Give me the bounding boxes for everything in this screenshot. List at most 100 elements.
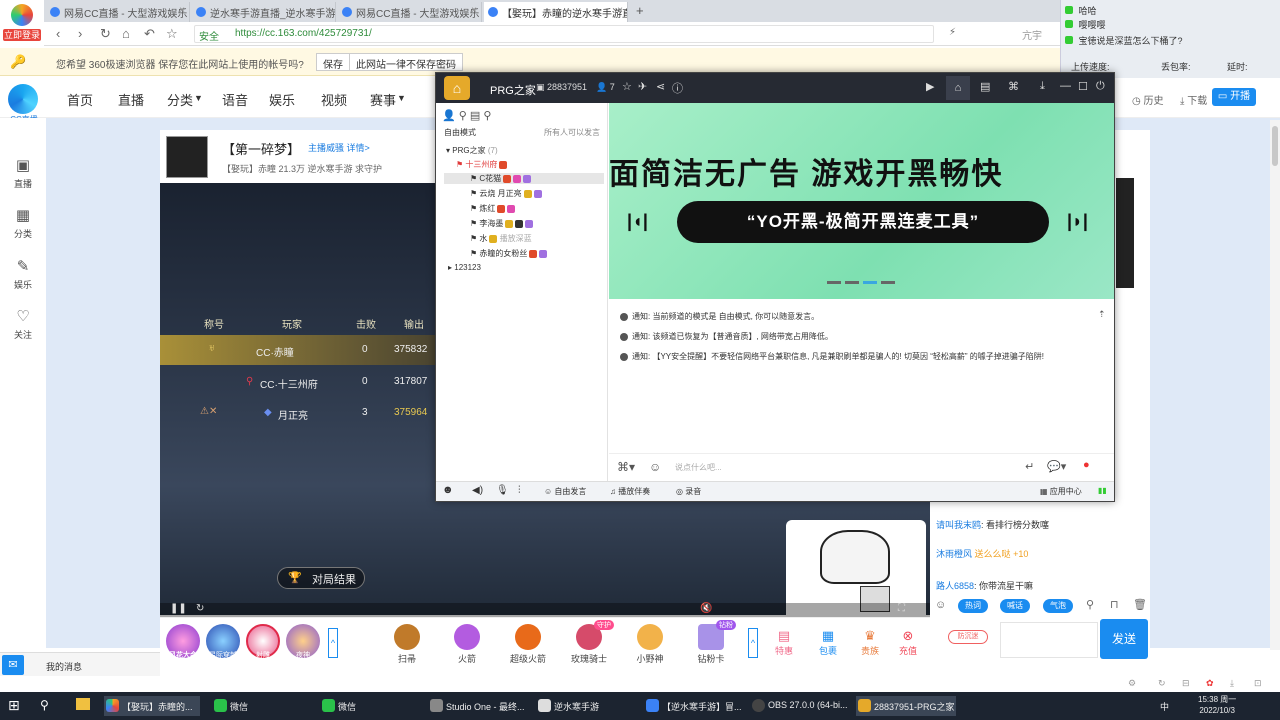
status-icon[interactable]: ⚙ [1128,678,1136,689]
side-banner[interactable] [1116,178,1134,288]
close-icon[interactable]: × [179,5,185,16]
app-center-button[interactable]: ▦ 应用中心 [1040,486,1082,497]
taskbar-item[interactable]: 【逆水寒手游】冒... [644,696,744,716]
undo-icon[interactable]: ↶ [144,26,155,42]
chip-hot-words[interactable]: 热词 [958,599,988,613]
taskbar-item[interactable]: OBS 27.0.0 (64-bi... [750,696,850,716]
send-button[interactable]: 发送 [1100,619,1148,659]
avatar-icon[interactable]: ☻ [442,484,454,496]
tree-user[interactable]: ⚑ 十三州府 [456,159,508,170]
gift-item[interactable]: 火箭 [442,624,492,665]
fullscreen-icon[interactable]: ⛶ [898,603,905,614]
layout-icon[interactable]: ▤ [980,80,990,93]
list-icon[interactable]: ▤ [470,110,480,122]
close-icon[interactable]: × [617,5,623,16]
plane-icon[interactable]: ✈ [638,80,647,93]
info-icon[interactable]: ⓘ [672,80,683,96]
accompany-button[interactable]: ♫ 播放伴奏 [610,486,650,497]
comment-icon[interactable]: 💬▾ [1047,460,1066,473]
status-icon[interactable]: ⊟ [1182,678,1190,689]
search-icon[interactable]: ⚲ [40,698,49,712]
sidebar-item-follow[interactable]: ♡ 关注 [0,309,46,341]
nav-esports[interactable]: 赛事 [370,90,396,109]
lock-icon[interactable]: ⊓ [1110,598,1119,611]
promo-banner[interactable]: 面简洁无广告 游戏开黑畅快 |◖| |◗| “YO开黑-极简开黑连麦工具” [609,103,1114,299]
taskbar-item[interactable]: Studio One - 最终... [428,696,528,716]
browser-tab[interactable]: 网易CC直播 - 大型游戏娱乐 × [46,2,190,22]
file-explorer-icon[interactable] [76,698,90,710]
gift-item[interactable]: 扫帚 [382,624,432,665]
home-channel-icon[interactable]: ⌂ [444,76,470,100]
tree-user[interactable]: ⚑ 赤瞳的女粉丝 [470,248,548,259]
carousel-dot[interactable] [845,281,859,284]
refresh-icon[interactable]: ↻ [196,603,204,614]
location-icon[interactable]: ⚲ [459,110,467,122]
share-icon[interactable]: ⋖ [656,80,665,93]
url-input[interactable]: 安全 https://cc.163.com/425729731/ [194,25,934,43]
nav-entertainment[interactable]: 娱乐 [269,90,295,109]
tree-root[interactable]: ▾ PRG之家 (7) [446,145,498,156]
gamepad-icon[interactable]: ⌘ [1008,80,1019,93]
taskbar-item[interactable]: 【娶玩】赤瞳的... [104,696,200,716]
chip-bubble[interactable]: 气泡 [1043,599,1073,613]
mic-icon[interactable]: 🎙 [496,485,509,496]
taskbar-item[interactable]: 微信 [320,696,416,716]
user-icon[interactable]: 👤 [442,110,456,122]
search-icon[interactable]: ⚲ [1086,598,1094,611]
anti-addiction-badge[interactable]: 防沉迷 [948,630,988,644]
speaker-icon[interactable]: ◀) [472,485,483,496]
carousel-dot[interactable] [881,281,895,284]
expand-gifts-button[interactable]: ^ [328,628,338,658]
gift-item[interactable]: 钻粉 钻粉卡 [686,620,736,665]
forward-icon[interactable]: › [78,26,82,41]
gift-item[interactable]: 小野神 [625,624,675,665]
browser-tab[interactable]: 网易CC直播 - 大型游戏娱乐 × [338,2,482,22]
carousel-dot-active[interactable] [863,281,877,284]
my-messages-bar[interactable]: ✉ 我的消息 [0,652,160,676]
status-icon[interactable]: ⤓ [1230,678,1234,689]
equalizer-icon[interactable]: ⫶ [518,485,521,496]
match-result-button[interactable]: 🏆 对局结果 [277,567,365,589]
chat-input[interactable] [1000,622,1098,658]
record-button[interactable]: ◎ 录音 [676,486,701,497]
minimize-icon[interactable]: — [1060,80,1071,92]
tree-user[interactable]: ⚑ 李海墨 [470,218,534,229]
status-icon[interactable]: ✿ [1206,678,1214,689]
login-badge[interactable]: 立即登录 [3,29,41,41]
sidebar-item-entertainment[interactable]: ✎ 娱乐 [0,259,46,291]
never-save-button[interactable]: 此网站一律不保存密码 [349,53,463,71]
free-speak-button[interactable]: ☺ 自由发言 [544,486,586,497]
tree-user[interactable]: ⚑ 云烧 月正亮 [470,188,542,199]
tree-user[interactable]: ⚑ 炼红 [470,203,516,214]
reload-icon[interactable]: ↻ [100,26,111,42]
nav-live[interactable]: 直播 [118,90,144,109]
noble-button[interactable]: ♛ 贵族 [850,628,890,657]
star-icon[interactable]: ☆ [622,80,632,93]
emoji-search-icon[interactable]: ☺ [649,460,661,474]
record-dot-icon[interactable]: ● [1083,459,1090,471]
streamer-detail-link[interactable]: 主播威骚 详情> [308,141,370,154]
browser-tab-active[interactable]: 【娶玩】赤瞳的逆水寒手游直 × [484,2,628,22]
sidebar-item-category[interactable]: ▦ 分类 [0,208,46,240]
status-icon[interactable]: ⊡ [1254,678,1262,689]
recharge-button[interactable]: ⊗ 充值 [888,628,928,657]
home-icon[interactable]: ⌂ [946,76,970,100]
status-icon[interactable]: ↻ [1158,678,1166,689]
save-password-button[interactable]: 保存 [316,53,350,71]
nav-home[interactable]: 首页 [67,90,93,109]
close-icon[interactable]: × [471,5,477,16]
scroll-thumb[interactable] [1272,126,1278,166]
prg-title-bar[interactable]: ⌂ PRG之家 ▣ 28837951 👤 7 ☆ ✈ ⋖ ⓘ ▶ ⌂ ▤ ⌘ ⤓… [436,73,1114,103]
enter-icon[interactable]: ↵ [1025,460,1034,473]
star-icon[interactable]: ☆ [166,26,178,42]
system-clock[interactable]: 15:38 周一 2022/10/3 [1198,694,1236,716]
browser-tab[interactable]: 逆水寒手游直播_逆水寒手游 × [192,2,336,22]
gift-item[interactable]: 超级火箭 [503,624,553,665]
volume-mute-icon[interactable]: 🔇 [700,603,712,614]
page-scrollbar[interactable] [1270,120,1280,650]
ime-indicator[interactable]: 中 [1160,700,1169,713]
nav-voice[interactable]: 语音 [222,90,248,109]
nav-category[interactable]: 分类 [167,90,193,109]
expand-more-button[interactable]: ^ [748,628,758,658]
gamepad-icon[interactable]: ⌘▾ [617,460,635,474]
